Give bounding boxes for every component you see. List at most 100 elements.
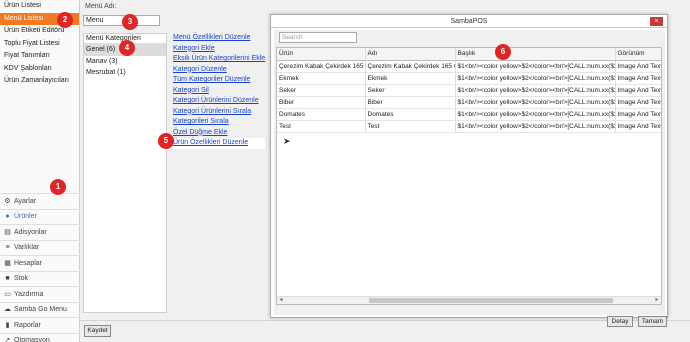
cell-appearance[interactable]: Image And Text (615, 108, 661, 121)
nav-label: Hesaplar (14, 259, 43, 267)
table-row[interactable]: Ekmek Ekmek $1<br/><color yellow>$2</col… (277, 72, 661, 85)
nav-label: Adisyonlar (14, 228, 47, 236)
cell-name[interactable]: Çerezim Kabak Çekirdek 165 GR (365, 60, 456, 73)
edit-product-properties-link[interactable]: Ürün Özellikleri Düzenle (173, 138, 266, 149)
cell-caption[interactable]: $1<br/><color yellow>$2</color><br/>[CAL… (455, 120, 616, 133)
detail-button[interactable]: Detay (607, 316, 633, 327)
nav-products[interactable]: ● Ürünler (0, 208, 80, 225)
scroll-left-icon[interactable]: ◂ (277, 297, 285, 304)
table-row[interactable]: Seker Seker $1<br/><color yellow>$2</col… (277, 84, 661, 97)
cell-caption[interactable]: $1<br/><color yellow>$2</color><br/>[CAL… (455, 84, 616, 97)
cell-caption[interactable]: $1<br/><color yellow>$2</color><br/>[CAL… (455, 60, 616, 73)
cell-caption[interactable]: $1<br/><color yellow>$2</color><br/>[CAL… (455, 96, 616, 109)
nav-automation[interactable]: ➚ Otomasyon (0, 332, 80, 342)
nav-label: Ürünler (14, 213, 37, 220)
nav-label: Otomasyon (14, 337, 50, 342)
sidebar-item-tax-templates[interactable]: KDV Şablonları (0, 63, 79, 76)
nav-label: Yazdırma (14, 290, 44, 298)
cell-caption[interactable]: $1<br/><color yellow>$2</color><br/>[CAL… (455, 72, 616, 85)
edit-all-categories-link[interactable]: Tüm Kategoriler Düzenle (173, 75, 265, 86)
add-category-link[interactable]: Kategori Ekle (173, 44, 265, 55)
nav-printing[interactable]: ▭ Yazdırma (0, 286, 80, 302)
cell-product[interactable]: Ekmek (277, 72, 366, 85)
marker-2: 2 (57, 12, 73, 28)
category-item-manav[interactable]: Manav (3) (84, 56, 166, 68)
sidebar-item-batch-price-list[interactable]: Toplu Fiyat Listesi (0, 38, 79, 51)
products-icon: ● (5, 213, 10, 221)
table-row[interactable]: Çerezim Kabak Çekirdek 165 GR Çerezim Ka… (277, 60, 661, 73)
nav-samba-go-menu[interactable]: ☁ Samba Go Menu (0, 301, 80, 318)
sidebar-item-price-definitions[interactable]: Fiyat Tanımları (0, 50, 79, 63)
mouse-cursor-icon: ➤ (283, 136, 291, 146)
sort-categories-link[interactable]: Kategorileri Sırala (173, 117, 265, 128)
automation-icon: ➚ (4, 337, 11, 342)
nav-accounts[interactable]: ▦ Hesaplar (0, 255, 80, 271)
cell-name[interactable]: Ekmek (365, 72, 456, 85)
sidebar: Ürün Listesi Menü Listesi Ürün Etiketi E… (0, 0, 80, 342)
dialog-titlebar: SambaPOS × (271, 15, 667, 28)
menu-name-label: Menü Adı: (85, 3, 117, 10)
nav-reports[interactable]: ▮ Raporlar (0, 317, 80, 333)
add-custom-button-link[interactable]: Özel Düğme Ekle (173, 128, 265, 139)
marker-4: 4 (119, 40, 135, 56)
delete-category-link[interactable]: Kategori Sil (173, 86, 265, 97)
scroll-right-icon[interactable]: ▸ (653, 297, 661, 304)
column-header-product[interactable]: Ürün (277, 48, 366, 61)
column-header-appearance[interactable]: Görünüm (615, 48, 661, 61)
search-input[interactable] (279, 32, 357, 43)
sidebar-item-product-list[interactable]: Ürün Listesi (0, 0, 79, 13)
cloud-icon: ☁ (4, 306, 11, 314)
module-nav: ⚙ Ayarlar ● Ürünler ▤ Adisyonlar ≡ Varlı… (0, 193, 80, 342)
cell-appearance[interactable]: Image And Text (615, 120, 661, 133)
add-missing-categories-link[interactable]: Eksik Ürün Kategorilerini Ekle (173, 54, 265, 65)
cell-product[interactable]: Test (277, 120, 366, 133)
entities-icon: ≡ (5, 244, 10, 252)
cell-caption[interactable]: $1<br/><color yellow>$2</color><br/>[CAL… (455, 108, 616, 121)
ok-button[interactable]: Tamam (638, 316, 667, 327)
cell-name[interactable]: Seker (365, 84, 456, 97)
cell-product[interactable]: Seker (277, 84, 366, 97)
edit-menu-properties-link[interactable]: Menü Özellikleri Düzenle (173, 33, 265, 44)
cell-name[interactable]: Biber (365, 96, 456, 109)
nav-settings[interactable]: ⚙ Ayarlar (0, 193, 80, 209)
edit-category-link[interactable]: Kategori Düzenle (173, 65, 265, 76)
cell-name[interactable]: Domates (365, 108, 456, 121)
column-header-caption[interactable]: Başlık (455, 48, 616, 61)
cell-product[interactable]: Biber (277, 96, 366, 109)
close-icon[interactable]: × (650, 17, 663, 26)
table-row[interactable]: Biber Biber $1<br/><color yellow>$2</col… (277, 96, 661, 109)
table-row[interactable]: Domates Domates $1<br/><color yellow>$2<… (277, 108, 661, 121)
footer-bar: Kaydet (80, 320, 690, 342)
cell-appearance[interactable]: Image And Text (615, 72, 661, 85)
column-header-name[interactable]: Adı (365, 48, 456, 61)
horizontal-scrollbar[interactable]: ◂ ▸ (277, 296, 661, 304)
category-list: Menü Kategorileri Genel (6) Manav (3) Me… (83, 33, 167, 313)
table-row[interactable]: Test Test $1<br/><color yellow>$2</color… (277, 120, 661, 133)
scrollbar-thumb[interactable] (369, 298, 613, 303)
sort-category-products-link[interactable]: Kategori Ürünlerini Sırala (173, 107, 265, 118)
nav-label: Stok (14, 275, 29, 282)
marker-5: 5 (158, 133, 174, 149)
nav-label: Raporlar (14, 321, 41, 329)
category-actions: Menü Özellikleri Düzenle Kategori Ekle E… (173, 33, 266, 149)
nav-entities[interactable]: ≡ Varlıklar (0, 239, 80, 256)
nav-inventory[interactable]: ■ Stok (0, 270, 80, 287)
sidebar-item-product-timers[interactable]: Ürün Zamanlayıcıları (0, 75, 79, 88)
save-button[interactable]: Kaydet (84, 325, 111, 337)
marker-3: 3 (122, 14, 138, 30)
table-header-row: Ürün Adı Başlık Görünüm (277, 48, 661, 61)
cell-name[interactable]: Test (365, 120, 456, 133)
cell-product[interactable]: Domates (277, 108, 366, 121)
cell-appearance[interactable]: Image And Text (615, 84, 661, 97)
accounts-icon: ▦ (4, 259, 11, 267)
cell-product[interactable]: Çerezim Kabak Çekirdek 165 GR (277, 60, 366, 73)
cell-appearance[interactable]: Image And Text (615, 96, 661, 109)
cell-appearance[interactable]: Image And Text (615, 60, 661, 73)
inventory-icon: ■ (5, 275, 10, 283)
nav-tickets[interactable]: ▤ Adisyonlar (0, 224, 80, 240)
properties-table: Ürün Adı Başlık Görünüm Çerezim Kabak Çe… (277, 48, 661, 133)
samba-pos-dialog: SambaPOS × Ürün Adı Başlık Görünüm Çerez… (270, 14, 668, 327)
edit-category-products-link[interactable]: Kategori Ürünlerini Düzenle (173, 96, 265, 107)
marker-1: 1 (50, 179, 66, 195)
category-item-mesrubat[interactable]: Mesrubat (1) (84, 67, 166, 79)
